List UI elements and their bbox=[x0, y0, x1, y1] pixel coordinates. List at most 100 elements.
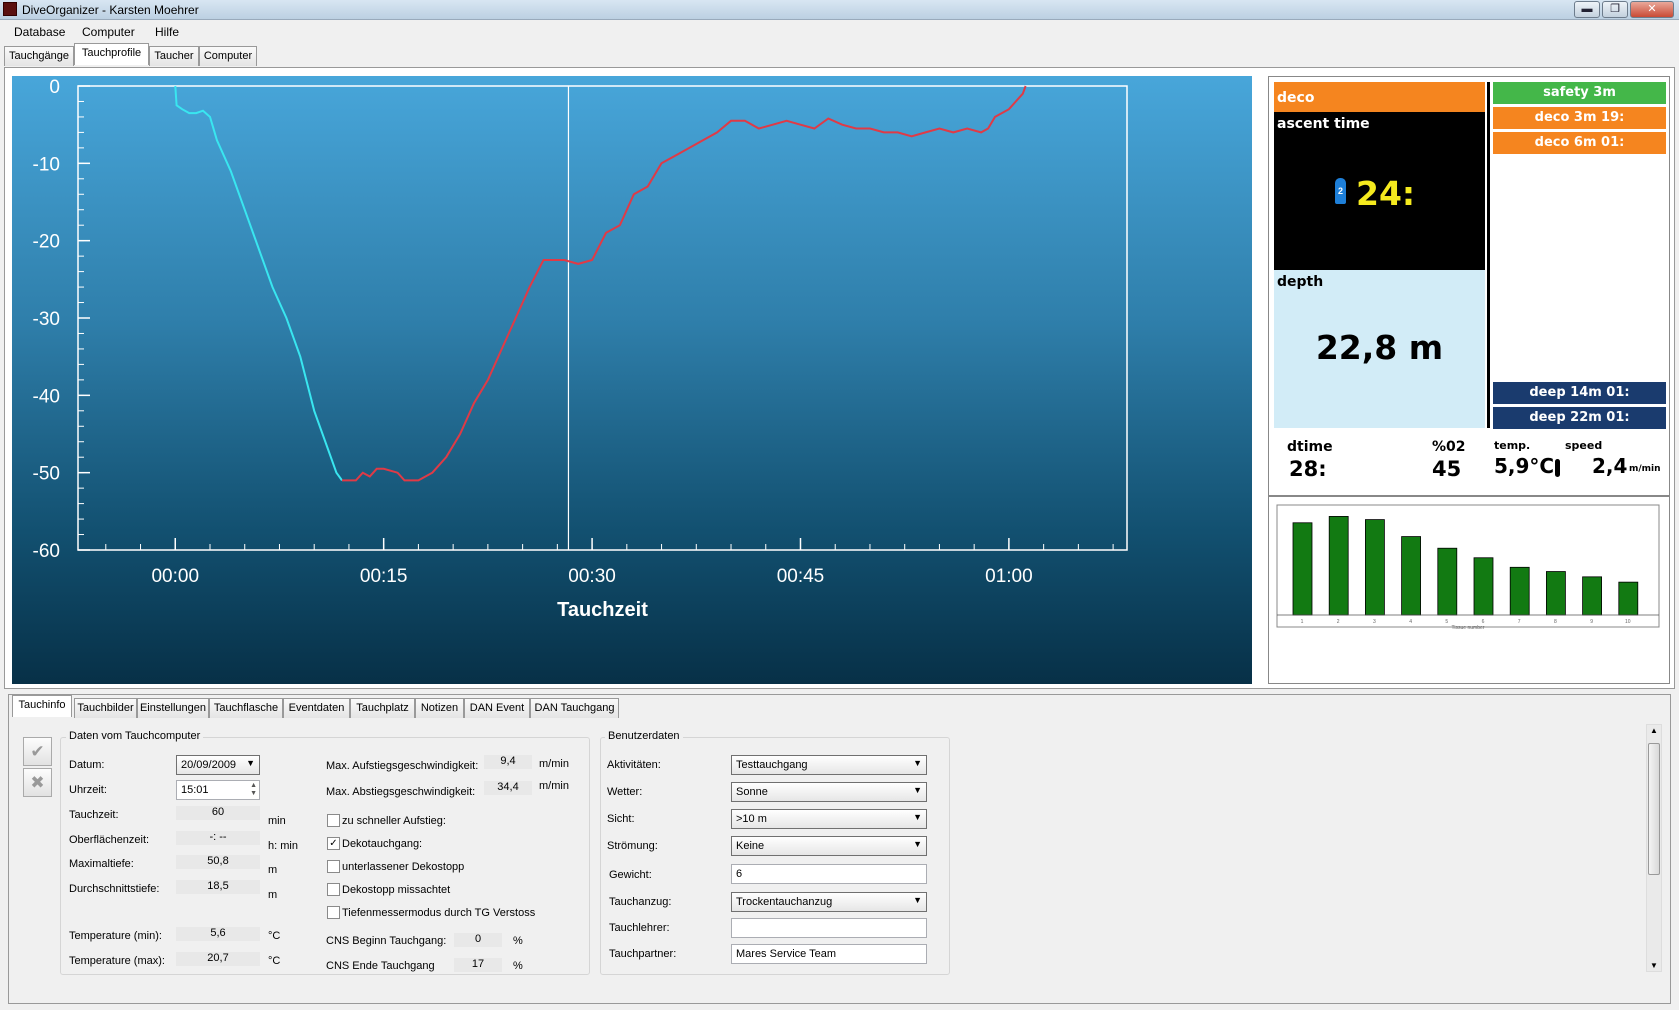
tmin-unit: °C bbox=[268, 930, 281, 942]
minimize-button[interactable]: ▬ bbox=[1574, 1, 1600, 18]
oberflaeche-unit: h: min bbox=[268, 840, 298, 852]
dive-profile-chart: 0 -10 -20 -30 -40 -50 -60 00:00 00:15 00:30 00:45 0… bbox=[12, 76, 1252, 684]
vertical-scrollbar[interactable]: ▲ ▼ bbox=[1646, 724, 1662, 972]
dekostopp-missachtet-checkbox[interactable] bbox=[327, 883, 340, 896]
stop-safety: safety 3m bbox=[1493, 82, 1666, 104]
aufstieg-unit: m/min bbox=[539, 758, 569, 770]
tissue-tick-label: 10 bbox=[1625, 619, 1631, 625]
x-tick-label: 00:30 bbox=[568, 566, 616, 587]
tab-dan-event[interactable]: DAN Event bbox=[464, 698, 530, 718]
tissue-bar bbox=[1618, 581, 1639, 616]
menu-hilfe[interactable]: Hilfe bbox=[155, 25, 179, 39]
tissue-bar bbox=[1582, 576, 1603, 616]
abstieg-label: Max. Abstiegsgeschwindigkeit: bbox=[326, 786, 476, 798]
tmax-unit: °C bbox=[268, 955, 281, 967]
descent-line bbox=[174, 85, 343, 481]
tab-tauchflasche[interactable]: Tauchflasche bbox=[209, 698, 283, 718]
tab-notizen[interactable]: Notizen bbox=[415, 698, 464, 718]
tissue-tick-label: 3 bbox=[1373, 619, 1376, 625]
maxtiefe-label: Maximaltiefe: bbox=[69, 858, 134, 870]
tauchpartner-field[interactable]: Mares Service Team bbox=[731, 944, 927, 964]
uhrzeit-value: 15:01 bbox=[181, 784, 209, 796]
restore-button[interactable]: ❐ bbox=[1602, 1, 1628, 18]
y-tick-label: -10 bbox=[33, 154, 60, 175]
scrollbar-thumb[interactable] bbox=[1648, 743, 1660, 875]
zu-schneller-aufstieg-checkbox[interactable] bbox=[327, 814, 340, 827]
main-tab-strip: Tauchgänge Tauchprofile Taucher Computer bbox=[4, 43, 304, 66]
spinner-icon[interactable]: ▲ ▼ bbox=[250, 782, 257, 798]
x-tick-label: 00:15 bbox=[360, 566, 408, 587]
tissue-tick-label: 1 bbox=[1301, 619, 1304, 625]
sicht-select[interactable]: >10 m ▼ bbox=[731, 809, 927, 829]
depth-label: depth bbox=[1277, 274, 1324, 290]
tab-tauchbilder[interactable]: Tauchbilder bbox=[74, 698, 137, 718]
ascent-time-label: ascent time bbox=[1277, 116, 1370, 132]
abstieg-value: 34,4 bbox=[484, 781, 532, 795]
datum-picker[interactable]: 20/09/2009 ▼ bbox=[176, 755, 260, 775]
dtime-label: dtime bbox=[1287, 439, 1333, 455]
menu-database[interactable]: Database bbox=[14, 25, 65, 39]
tmax-label: Temperature (max): bbox=[69, 955, 165, 967]
tauchanzug-select[interactable]: Trockentauchanzug ▼ bbox=[731, 892, 927, 912]
scroll-down-icon[interactable]: ▼ bbox=[1650, 961, 1658, 970]
close-button[interactable]: ✕ bbox=[1630, 1, 1674, 18]
x-tick-label: 01:00 bbox=[985, 566, 1033, 587]
o2-value: 45 bbox=[1432, 457, 1462, 481]
aktivitaeten-label: Aktivitäten: bbox=[607, 759, 661, 771]
cns-begin-unit: % bbox=[513, 935, 523, 947]
tiefenmessermodus-checkbox[interactable] bbox=[327, 906, 340, 919]
tab-tauchplatz[interactable]: Tauchplatz bbox=[350, 698, 415, 718]
stroemung-value: Keine bbox=[736, 840, 765, 852]
deco-title: deco bbox=[1277, 90, 1315, 106]
depth-value: 22,8 m bbox=[1315, 328, 1444, 367]
x-axis-title: Tauchzeit bbox=[557, 599, 648, 621]
depth-box: depth 22,8 m bbox=[1274, 270, 1485, 428]
tauchlehrer-field[interactable] bbox=[731, 918, 927, 938]
temp-value: 5,9°C bbox=[1494, 454, 1555, 478]
durchschnitt-value: 18,5 bbox=[176, 880, 260, 894]
chevron-down-icon: ▼ bbox=[913, 895, 922, 905]
tissue-bar bbox=[1473, 557, 1494, 616]
tab-dan-tauchgang[interactable]: DAN Tauchgang bbox=[530, 698, 619, 718]
tissue-tick-label: 7 bbox=[1518, 619, 1521, 625]
tab-computer[interactable]: Computer bbox=[199, 46, 257, 66]
confirm-button[interactable]: ✔ bbox=[23, 737, 52, 766]
y-tick-label: -60 bbox=[33, 541, 60, 562]
panel-divider bbox=[1487, 82, 1490, 428]
dekotauchgang-checkbox[interactable]: ✓ bbox=[327, 837, 340, 850]
oberflaeche-value: -: -- bbox=[176, 831, 260, 845]
ascent-line bbox=[342, 85, 1027, 482]
user-data-legend: Benutzerdaten bbox=[605, 730, 683, 742]
cns-begin-label: CNS Beginn Tauchgang: bbox=[326, 935, 447, 947]
unterlassener-dekostopp-checkbox[interactable] bbox=[327, 860, 340, 873]
tissue-bar bbox=[1328, 516, 1349, 616]
wetter-select[interactable]: Sonne ▼ bbox=[731, 782, 927, 802]
gewicht-field[interactable]: 6 bbox=[731, 864, 927, 884]
chevron-down-icon: ▼ bbox=[913, 812, 922, 822]
tab-tauchinfo[interactable]: Tauchinfo bbox=[12, 695, 72, 717]
tissue-bar bbox=[1545, 571, 1566, 616]
temp-label: temp. bbox=[1494, 439, 1531, 452]
tauchanzug-value: Trockentauchanzug bbox=[736, 896, 833, 908]
tissue-bar bbox=[1401, 536, 1422, 616]
dekostopp-missachtet-label: Dekostopp missachtet bbox=[342, 884, 451, 896]
datum-label: Datum: bbox=[69, 759, 105, 771]
thermometer-icon bbox=[1555, 459, 1560, 477]
tab-einstellungen[interactable]: Einstellungen bbox=[137, 698, 209, 718]
uhrzeit-field[interactable]: 15:01 ▲ ▼ bbox=[176, 780, 260, 800]
tab-tauchprofile[interactable]: Tauchprofile bbox=[74, 43, 149, 65]
scroll-up-icon[interactable]: ▲ bbox=[1650, 726, 1658, 735]
oberflaeche-label: Oberflächenzeit: bbox=[69, 834, 150, 846]
tmax-value: 20,7 bbox=[176, 952, 260, 966]
tab-eventdaten[interactable]: Eventdaten bbox=[283, 698, 350, 718]
tab-taucher[interactable]: Taucher bbox=[149, 46, 199, 66]
aktivitaeten-select[interactable]: Testtauchgang ▼ bbox=[731, 755, 927, 775]
tissue-bar bbox=[1437, 547, 1458, 616]
menu-computer[interactable]: Computer bbox=[82, 25, 135, 39]
stroemung-select[interactable]: Keine ▼ bbox=[731, 836, 927, 856]
y-tick-label: 0 bbox=[49, 77, 60, 98]
cancel-button[interactable]: ✖ bbox=[23, 768, 52, 797]
ascent-time-box: ascent time 2 24: bbox=[1274, 112, 1485, 270]
tab-tauchgaenge[interactable]: Tauchgänge bbox=[4, 46, 74, 66]
y-tick-label: -30 bbox=[33, 309, 60, 330]
